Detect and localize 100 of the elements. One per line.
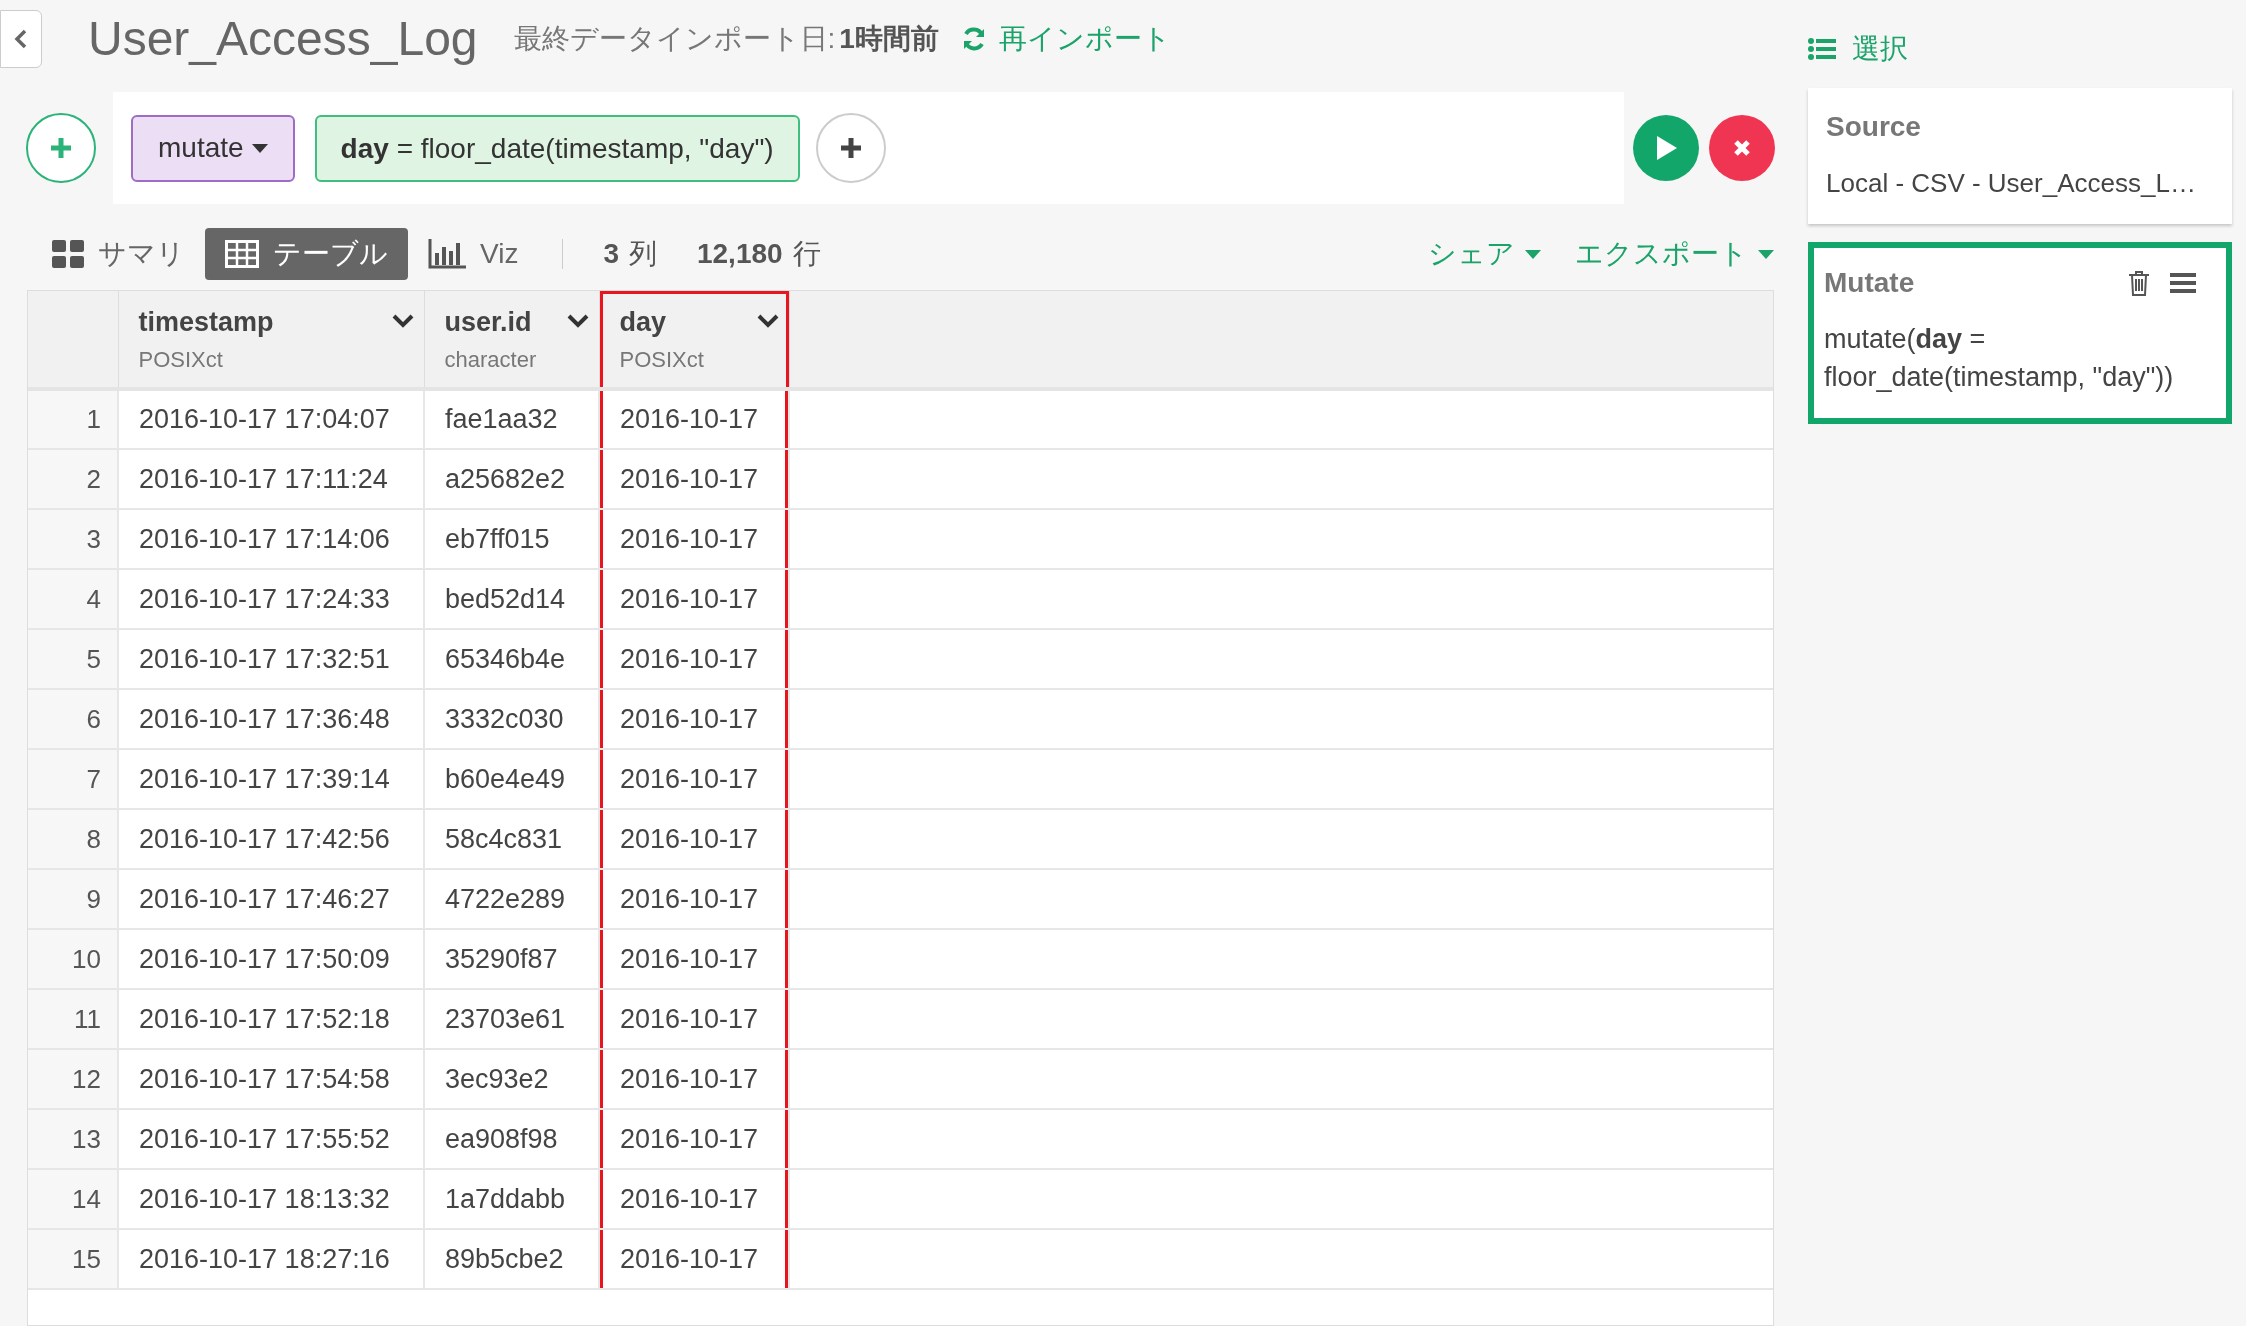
bar-chart-icon	[428, 239, 466, 269]
table-cell: bed52d14	[424, 569, 599, 629]
step-card[interactable]: Mutate mutate(day = floor_date(timestamp, "day"))	[1808, 242, 2232, 424]
column-type: POSIXct	[138, 345, 224, 374]
table-cell: 2016-10-17	[599, 809, 789, 869]
row-number: 5	[28, 629, 118, 689]
table-cell: 2016-10-17	[599, 509, 789, 569]
table-cell: 2016-10-17	[599, 989, 789, 1049]
table-cell: fae1aa32	[424, 389, 599, 449]
row-count-unit: 行	[792, 237, 821, 271]
column-header[interactable]: day POSIXct	[599, 291, 789, 389]
table-cell: 89b5cbe2	[424, 1229, 599, 1289]
step-title: Mutate	[1824, 266, 1915, 300]
table-cell: 2016-10-17	[599, 1169, 789, 1229]
table-cell: 1a7ddabb	[424, 1169, 599, 1229]
table-cell: b60e4e49	[424, 749, 599, 809]
table-cell: 2016-10-17 17:46:27	[118, 869, 424, 929]
row-number: 3	[28, 509, 118, 569]
table-cell: 2016-10-17 18:27:16	[118, 1229, 424, 1289]
row-number: 8	[28, 809, 118, 869]
chevron-down-icon	[566, 314, 589, 329]
row-number: 11	[28, 989, 118, 1049]
view-tab[interactable]: Viz	[422, 228, 525, 280]
table-cell: 2016-10-17 18:13:32	[118, 1169, 424, 1229]
view-tab[interactable]: サマリ	[46, 228, 191, 280]
table-cell: a25682e2	[424, 449, 599, 509]
row-count: 12,180	[696, 237, 783, 271]
row-number: 6	[28, 689, 118, 749]
table-cell: 2016-10-17 17:11:24	[118, 449, 424, 509]
play-icon	[1654, 135, 1678, 161]
table-cell: eb7ff015	[424, 509, 599, 569]
table-cell: 2016-10-17	[599, 1049, 789, 1109]
table-cell: 2016-10-17 17:36:48	[118, 689, 424, 749]
table-cell: 2016-10-17	[599, 389, 789, 449]
command-dropdown[interactable]: mutate	[131, 114, 295, 182]
row-number: 7	[28, 749, 118, 809]
table-cell: 2016-10-17 17:55:52	[118, 1109, 424, 1169]
column-name: user.id	[444, 306, 533, 340]
caret-down-icon	[1758, 249, 1774, 259]
chevron-left-icon	[13, 28, 29, 50]
column-name: timestamp	[138, 306, 274, 340]
back-button[interactable]	[0, 10, 42, 68]
table-cell: 2016-10-17	[599, 689, 789, 749]
close-icon	[1733, 139, 1751, 157]
view-tab[interactable]: テーブル	[205, 228, 408, 280]
table-cell: 3332c030	[424, 689, 599, 749]
table-cell: ea908f98	[424, 1109, 599, 1169]
table-cell: 2016-10-17	[599, 449, 789, 509]
menu-icon[interactable]	[2170, 272, 2196, 294]
column-header[interactable]: user.id character	[424, 291, 599, 389]
trash-icon[interactable]	[2128, 270, 2150, 296]
row-number: 1	[28, 389, 118, 449]
table-cell: 2016-10-17 17:54:58	[118, 1049, 424, 1109]
chevron-down-icon	[756, 314, 779, 329]
step-title: Source	[1826, 110, 1921, 144]
column-type: POSIXct	[619, 345, 704, 374]
plus-icon	[49, 136, 73, 160]
table-cell: 2016-10-17 17:42:56	[118, 809, 424, 869]
table-cell: 2016-10-17	[599, 749, 789, 809]
step-card[interactable]: Source Local - CSV - User_Access_L…	[1808, 88, 2232, 224]
column-header[interactable]: timestamp POSIXct	[118, 291, 424, 389]
table-cell: 2016-10-17 17:52:18	[118, 989, 424, 1049]
chevron-down-icon	[391, 314, 414, 329]
table-cell: 2016-10-17 17:24:33	[118, 569, 424, 629]
table-cell: 23703e61	[424, 989, 599, 1049]
table-cell: 35290f87	[424, 929, 599, 989]
column-type: character	[444, 345, 537, 374]
table-cell: 2016-10-17 17:04:07	[118, 389, 424, 449]
step-description: Local - CSV - User_Access_L…	[1826, 167, 2197, 200]
table-cell: 2016-10-17	[599, 1229, 789, 1289]
table-cell: 2016-10-17	[599, 629, 789, 689]
table-cell: 2016-10-17	[599, 929, 789, 989]
row-number: 9	[28, 869, 118, 929]
row-number: 12	[28, 1049, 118, 1109]
table-cell: 58c4c831	[424, 809, 599, 869]
column-count: 3	[603, 237, 619, 271]
table-cell: 4722e289	[424, 869, 599, 929]
row-number: 15	[28, 1229, 118, 1289]
expression-chip[interactable]: day = floor_date(timestamp, "day")	[314, 114, 800, 182]
column-name: day	[619, 306, 668, 340]
row-number: 10	[28, 929, 118, 989]
table-cell: 2016-10-17	[599, 569, 789, 629]
row-number: 2	[28, 449, 118, 509]
table-cell: 2016-10-17 17:32:51	[118, 629, 424, 689]
import-time: 1時間前	[839, 22, 939, 56]
row-number: 14	[28, 1169, 118, 1229]
table-cell: 3ec93e2	[424, 1049, 599, 1109]
column-count-unit: 列	[628, 237, 657, 271]
row-number: 4	[28, 569, 118, 629]
table-cell: 2016-10-17 17:39:14	[118, 749, 424, 809]
row-number: 13	[28, 1109, 118, 1169]
grid-icon	[52, 240, 84, 268]
list-icon	[1808, 38, 1836, 60]
table-cell: 2016-10-17	[599, 869, 789, 929]
table-cell: 2016-10-17 17:50:09	[118, 929, 424, 989]
table-icon	[225, 240, 259, 268]
caret-down-icon	[1525, 249, 1541, 259]
table-cell: 2016-10-17 17:14:06	[118, 509, 424, 569]
dataset-title: User_Access_Log	[88, 11, 478, 67]
table-cell: 2016-10-17	[599, 1109, 789, 1169]
